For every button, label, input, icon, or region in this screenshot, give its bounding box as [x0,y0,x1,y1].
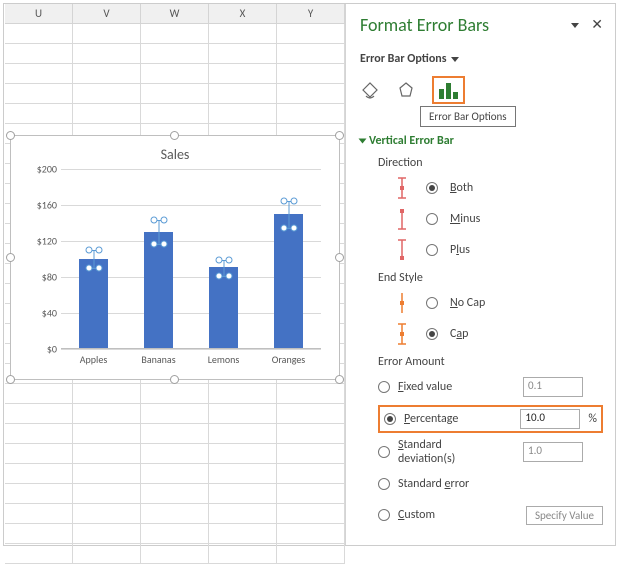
radio-nocap[interactable] [426,297,438,309]
group-direction: Direction [378,156,603,170]
column-headers: U V W X Y [5,4,345,24]
error-bar-options-icon-highlight [432,76,465,104]
input-percentage[interactable]: 10.0 [520,409,580,429]
col-X[interactable]: X [209,4,277,23]
bar-oranges[interactable] [274,214,303,348]
chevron-down-icon [451,57,459,62]
minus-icon [390,208,414,230]
bar-apples[interactable] [79,259,108,349]
cap-icon [390,323,414,345]
col-V[interactable]: V [73,4,141,23]
option-direction-plus[interactable]: Plus [390,237,603,263]
option-amount-stddev[interactable]: Standarddeviation(s) 1.0 [378,438,603,466]
radio-fixed[interactable] [378,381,390,393]
category-lemons: Lemons [191,353,256,366]
category-bananas: Bananas [126,353,191,366]
col-W[interactable]: W [141,4,209,23]
option-direction-minus[interactable]: Minus [390,206,603,232]
col-Y[interactable]: Y [277,4,345,23]
specify-value-button[interactable]: Specify Value [526,506,603,525]
percentage-unit: % [588,412,597,426]
bar-lemons[interactable] [209,267,238,348]
option-direction-both[interactable]: Both [390,175,603,201]
radio-stderr[interactable] [378,478,390,490]
nocap-icon [390,292,414,314]
radio-percentage[interactable] [384,413,396,425]
plus-icon [390,239,414,261]
both-icon [390,177,414,199]
pane-menu-icon[interactable] [571,23,579,28]
chart-object[interactable]: Sales $0$40$80$120$160$200ApplesBananasL… [10,135,340,380]
radio-cap[interactable] [426,328,438,340]
fill-line-icon[interactable] [360,80,380,100]
collapse-icon [359,139,367,144]
chart-plot-area[interactable]: $0$40$80$120$160$200ApplesBananasLemonsO… [61,169,321,349]
bar-chart-icon[interactable] [439,81,458,99]
category-oranges: Oranges [256,353,321,366]
category-apples: Apples [61,353,126,366]
group-endstyle: End Style [378,271,603,285]
radio-stddev[interactable] [378,446,390,458]
close-icon[interactable]: ✕ [591,18,603,32]
option-endstyle-cap[interactable]: Cap [390,321,603,347]
format-pane: Format Error Bars ✕ Error Bar Options Er… [345,4,615,545]
radio-plus[interactable] [426,244,438,256]
options-dropdown-label: Error Bar Options [360,52,447,66]
option-amount-percentage-highlight: Percentage 10.0 % [378,405,603,433]
pane-title: Format Error Bars [360,14,489,36]
bar-bananas[interactable] [144,232,173,348]
chart-title[interactable]: Sales [25,146,325,163]
radio-custom[interactable] [378,509,390,521]
col-U[interactable]: U [5,4,73,23]
option-amount-custom[interactable]: Custom Specify Value [378,502,603,528]
tooltip: Error Bar Options [420,106,516,127]
radio-minus[interactable] [426,213,438,225]
radio-both[interactable] [426,182,438,194]
option-amount-stderr[interactable]: Standard error [378,471,603,497]
options-dropdown[interactable]: Error Bar Options [360,52,459,66]
option-amount-fixed[interactable]: Fixed value 0.1 [378,374,603,400]
option-endstyle-nocap[interactable]: No Cap [390,290,603,316]
section-vertical-error-bar[interactable]: Vertical Error Bar [360,134,603,148]
input-stddev[interactable]: 1.0 [523,442,583,462]
effects-icon[interactable] [396,80,416,100]
group-amount: Error Amount [378,355,603,369]
input-fixed-value[interactable]: 0.1 [523,377,583,397]
